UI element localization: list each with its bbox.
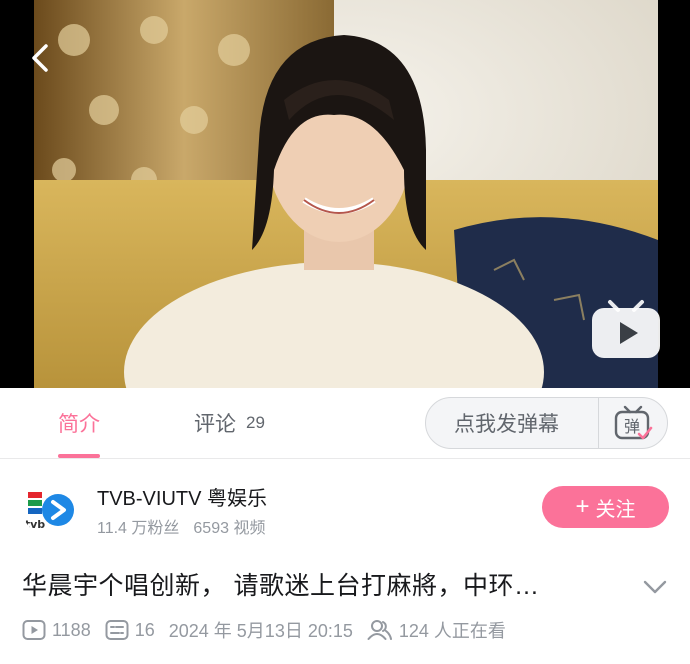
uploader-fans: 11.4 万粉丝 — [97, 520, 180, 537]
watching-count: 124 人正在看 — [367, 617, 506, 643]
video-meta: 1188 16 2024 年 5月13日 20:15 124 人正在看 — [22, 616, 506, 644]
watching-count-value: 124 人正在看 — [398, 621, 506, 641]
avatar-text: tvb — [25, 518, 45, 531]
plus-icon: + — [575, 493, 590, 520]
back-button[interactable] — [22, 40, 58, 76]
uploader-videos: 6593 视频 — [193, 520, 266, 537]
danmaku-tv-icon: 弹 — [614, 405, 653, 440]
danmaku-input[interactable]: 点我发弹幕 — [426, 398, 598, 448]
play-count-value: 1188 — [52, 619, 91, 640]
tab-comments[interactable]: 评论 29 — [194, 388, 265, 458]
chevron-left-icon — [32, 44, 48, 72]
video-title: 华晨宇个唱创新， 请歌迷上台打麻將，中环… — [22, 572, 540, 600]
danmaku-toggle-button[interactable]: 弹 — [599, 398, 667, 448]
expand-title-button[interactable] — [640, 572, 670, 602]
danmaku-input-box: 点我发弹幕 弹 — [425, 397, 668, 449]
uploader-name[interactable]: TVB-VIUTV 粤娱乐 — [97, 482, 267, 511]
tab-intro-label: 简介 — [58, 413, 100, 436]
danmaku-placeholder: 点我发弹幕 — [454, 413, 559, 436]
tab-intro[interactable]: 简介 — [58, 388, 100, 458]
active-tab-indicator — [58, 454, 100, 458]
tab-bar: 简介 评论 29 点我发弹幕 弹 — [0, 388, 690, 459]
comments-count: 29 — [246, 413, 265, 432]
uploader-stats: 11.4 万粉丝 6593 视频 — [97, 514, 265, 538]
uploader-avatar[interactable]: tvb — [22, 480, 78, 536]
play-count-icon — [22, 620, 46, 640]
people-icon — [367, 620, 392, 640]
video-player[interactable] — [0, 0, 690, 388]
publish-date: 2024 年 5月13日 20:15 — [169, 617, 353, 643]
tab-comments-label: 评论 — [194, 413, 236, 436]
danmaku-count-icon — [105, 620, 129, 640]
video-still-image — [34, 0, 658, 388]
danmaku-count-value: 16 — [134, 619, 155, 640]
tv-play-icon — [592, 300, 660, 358]
chevron-down-icon — [643, 580, 667, 594]
follow-label: 关注 — [595, 498, 636, 521]
video-frame[interactable] — [34, 0, 658, 388]
tvb-logo: tvb — [22, 480, 78, 536]
play-button[interactable] — [590, 296, 662, 360]
uploader-section: tvb TVB-VIUTV 粤娱乐 11.4 万粉丝 6593 视频 + 关注 — [0, 470, 690, 550]
publish-date-value: 2024 年 5月13日 20:15 — [168, 621, 353, 641]
play-count: 1188 — [22, 619, 91, 641]
follow-button[interactable]: + 关注 — [542, 486, 669, 528]
danmaku-count: 16 — [105, 619, 155, 641]
danmaku-toggle-glyph: 弹 — [624, 417, 640, 436]
